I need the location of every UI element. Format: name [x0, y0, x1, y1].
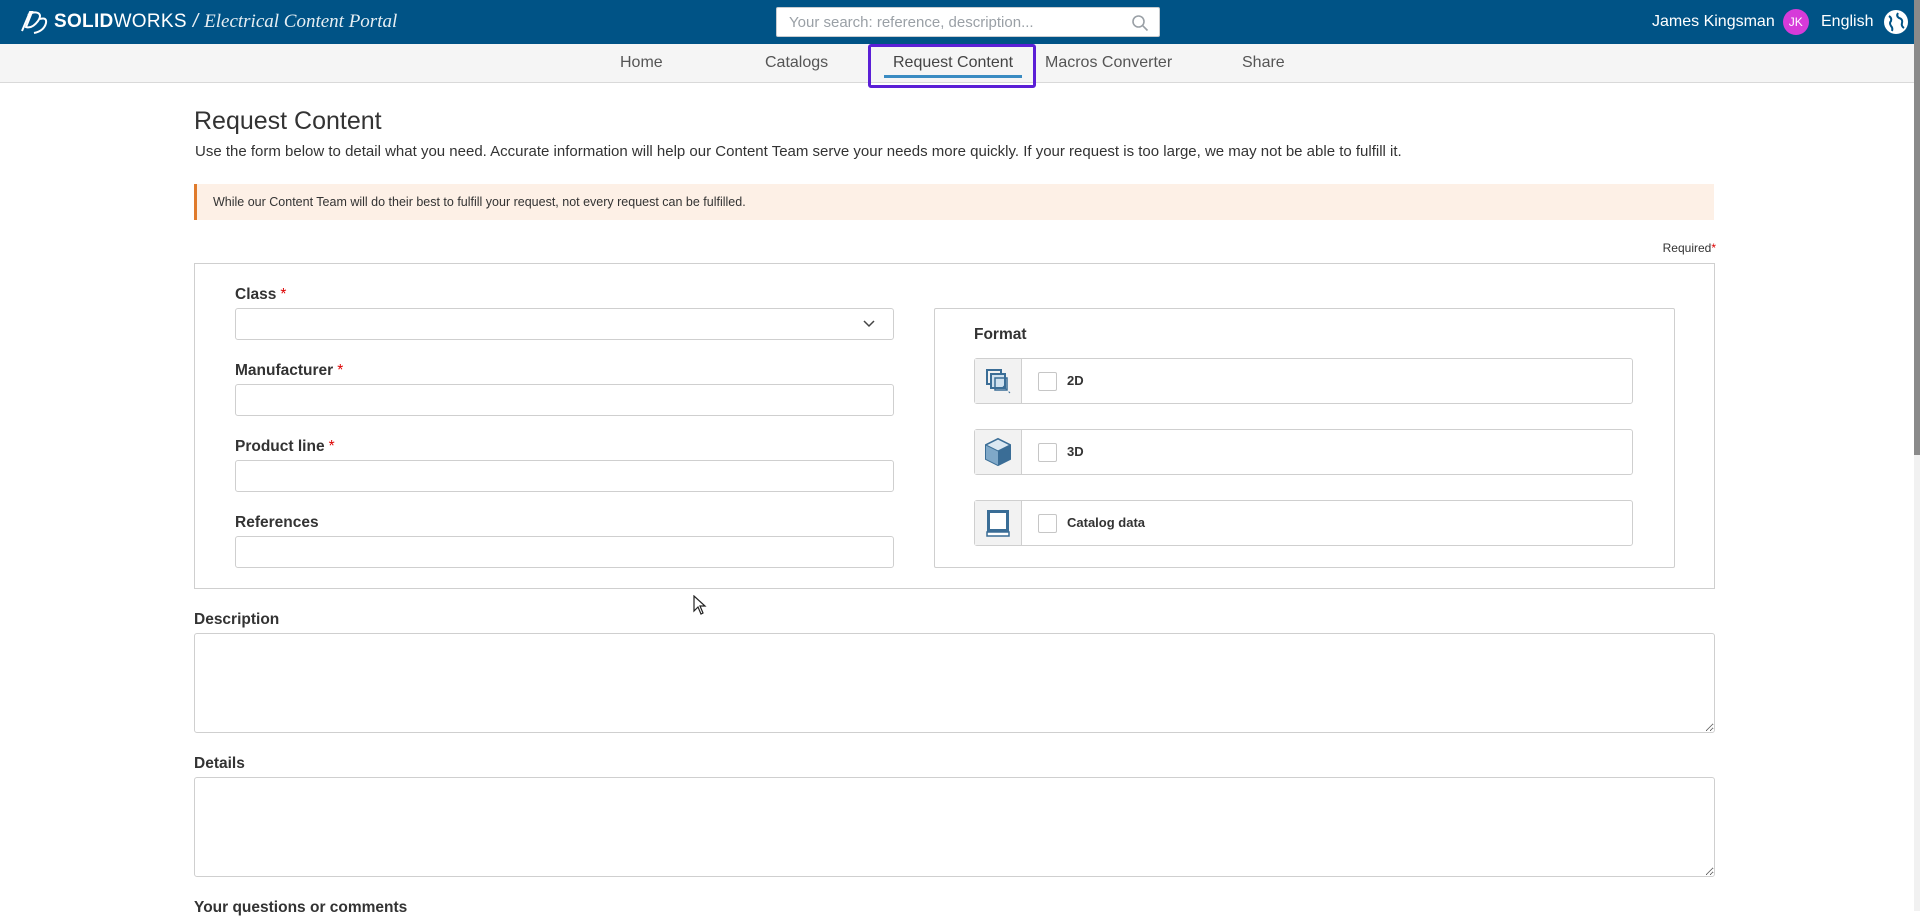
manufacturer-field[interactable]	[235, 384, 894, 416]
references-field[interactable]	[235, 536, 894, 568]
user-name: James Kingsman	[1652, 13, 1775, 30]
page-intro: Use the form below to detail what you ne…	[195, 143, 1402, 160]
avatar[interactable]: JK	[1782, 9, 1809, 35]
notice-banner: While our Content Team will do their bes…	[194, 184, 1714, 220]
top-bar: SOLIDWORKS / Electrical Content Portal J…	[0, 0, 1920, 44]
brand-name: SOLIDWORKS	[54, 11, 187, 32]
checkbox-2d[interactable]	[1038, 372, 1057, 391]
brand-separator: /	[192, 11, 199, 32]
catalog-book-icon	[975, 501, 1022, 545]
search-icon[interactable]	[1131, 14, 1149, 32]
mouse-cursor-icon	[693, 595, 707, 615]
manufacturer-label: Manufacturer *	[235, 362, 344, 379]
class-select[interactable]	[235, 308, 894, 340]
tab-share[interactable]: Share	[1242, 44, 1285, 82]
2d-layers-icon	[975, 359, 1022, 403]
tab-macros-converter[interactable]: Macros Converter	[1045, 44, 1172, 82]
focus-highlight	[868, 44, 1036, 88]
user-menu[interactable]: James Kingsman JK	[1652, 0, 1809, 44]
format-option-2d[interactable]: 2D	[974, 358, 1633, 404]
class-label: Class *	[235, 286, 287, 303]
format-label-2d: 2D	[1067, 373, 1084, 388]
tab-catalogs[interactable]: Catalogs	[765, 44, 828, 82]
language-selector[interactable]: English	[1821, 0, 1909, 44]
product-line-field[interactable]	[235, 460, 894, 492]
details-field[interactable]	[194, 777, 1715, 877]
page-title: Request Content	[194, 107, 382, 135]
format-label-catalog-data: Catalog data	[1067, 515, 1146, 530]
ds-logo-icon	[21, 11, 48, 34]
references-label: References	[235, 514, 319, 531]
scrollbar-thumb[interactable]	[1914, 0, 1920, 455]
product-line-label: Product line *	[235, 438, 335, 455]
globe-icon	[1884, 10, 1909, 34]
checkbox-3d[interactable]	[1038, 443, 1057, 462]
tab-home[interactable]: Home	[620, 44, 663, 82]
description-field[interactable]	[194, 633, 1715, 733]
required-star: *	[1711, 241, 1716, 255]
3d-cube-icon	[975, 430, 1022, 474]
portal-name: Electrical Content Portal	[204, 11, 398, 32]
questions-label: Your questions or comments	[194, 899, 408, 916]
solidworks-logo[interactable]: SOLIDWORKS / Electrical Content Portal	[18, 6, 397, 38]
format-option-3d[interactable]: 3D	[974, 429, 1633, 475]
required-note: Required*	[1662, 241, 1716, 255]
vertical-scrollbar[interactable]	[1914, 0, 1920, 911]
format-label-3d: 3D	[1067, 444, 1084, 459]
language-label: English	[1821, 13, 1874, 30]
details-label: Details	[194, 755, 245, 772]
chevron-down-icon	[863, 320, 875, 328]
checkbox-catalog-data[interactable]	[1038, 514, 1057, 533]
search-box	[776, 7, 1160, 37]
format-title: Format	[974, 326, 1027, 343]
format-option-catalog-data[interactable]: Catalog data	[974, 500, 1633, 546]
description-label: Description	[194, 611, 280, 628]
search-input[interactable]	[777, 8, 1131, 36]
